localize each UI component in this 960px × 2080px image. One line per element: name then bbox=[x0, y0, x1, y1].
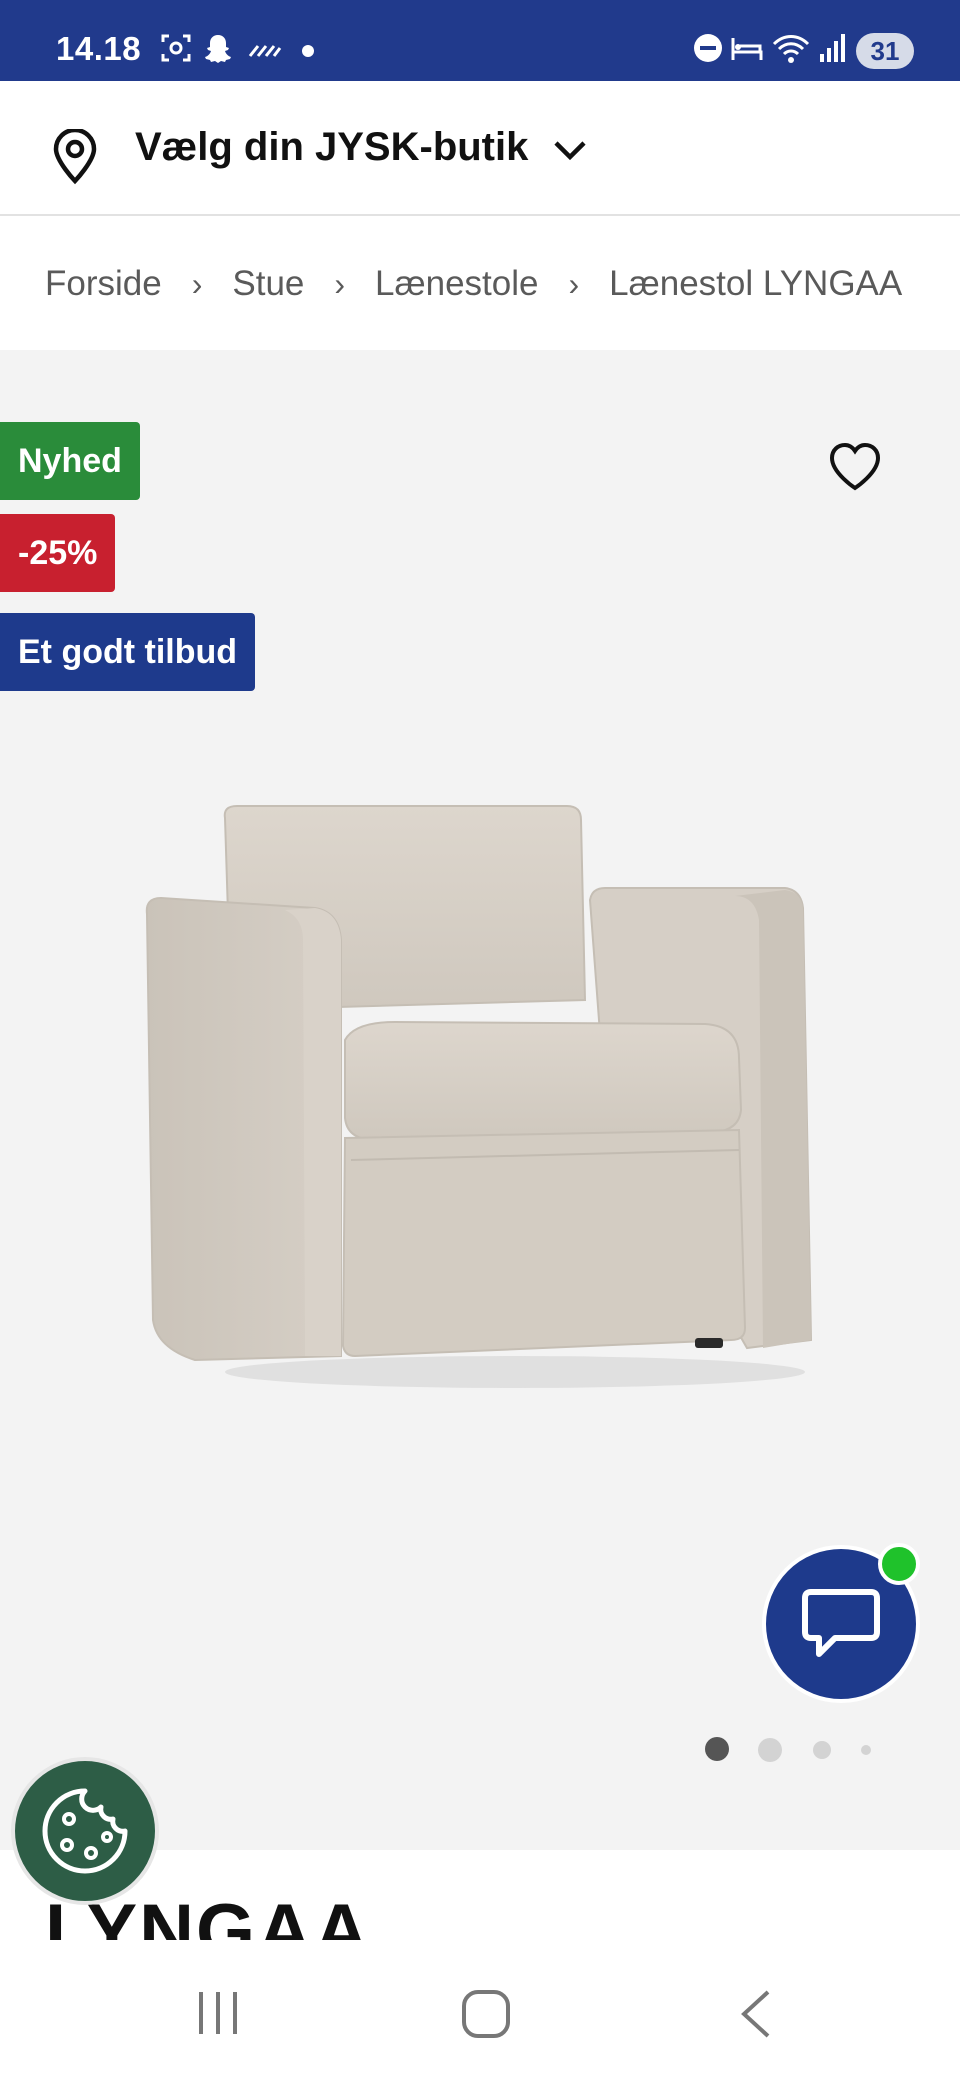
breadcrumb-item-stue[interactable]: Stue bbox=[232, 264, 304, 304]
snapchat-icon bbox=[205, 35, 231, 63]
wifi-icon bbox=[772, 35, 810, 63]
chat-online-indicator bbox=[878, 1543, 920, 1585]
sleep-mode-icon bbox=[731, 38, 763, 60]
discount-badge: -25% bbox=[0, 514, 116, 592]
cookie-settings-button[interactable] bbox=[11, 1757, 159, 1905]
product-gallery[interactable]: Nyhed -25% Et godt tilbud bbox=[0, 350, 960, 1850]
pagination-dot-2[interactable] bbox=[758, 1738, 782, 1762]
store-selector-label[interactable]: Vælg din JYSK-butik bbox=[135, 125, 528, 170]
chevron-right-icon: › bbox=[568, 265, 580, 302]
battery-indicator: 31 bbox=[856, 33, 914, 69]
new-badge: Nyhed bbox=[0, 422, 140, 500]
status-bar: 14.18 31 bbox=[0, 0, 960, 81]
product-image[interactable] bbox=[135, 800, 825, 1400]
breadcrumb-item-laenestole[interactable]: Lænestole bbox=[375, 264, 538, 304]
pagination-dot-1[interactable] bbox=[705, 1737, 729, 1761]
screenshot-icon bbox=[161, 34, 191, 62]
system-nav-bar bbox=[0, 1940, 960, 2080]
location-pin-icon bbox=[53, 129, 97, 185]
chevron-right-icon: › bbox=[191, 265, 203, 302]
breadcrumb-item-current: Lænestol LYNGAA bbox=[609, 264, 903, 303]
store-selector[interactable]: Vælg din JYSK-butik bbox=[0, 81, 960, 216]
status-time: 14.18 bbox=[56, 30, 142, 67]
back-icon[interactable] bbox=[736, 1988, 776, 2040]
do-not-disturb-icon bbox=[694, 34, 722, 62]
chat-bubble-icon bbox=[802, 1589, 880, 1657]
sync-icon bbox=[248, 45, 282, 57]
heart-icon[interactable] bbox=[828, 442, 882, 492]
gallery-pagination bbox=[0, 1735, 960, 1765]
cookie-icon bbox=[42, 1788, 128, 1874]
chevron-down-icon[interactable] bbox=[552, 139, 588, 163]
breadcrumb: Forside › Stue › Lænestole › Lænestol LY… bbox=[0, 218, 960, 350]
notification-dot bbox=[302, 45, 314, 57]
signal-icon bbox=[820, 34, 845, 62]
recent-apps-icon[interactable] bbox=[193, 1988, 243, 2038]
home-icon[interactable] bbox=[460, 1988, 512, 2040]
offer-badge: Et godt tilbud bbox=[0, 613, 256, 691]
chevron-right-icon: › bbox=[334, 265, 346, 302]
breadcrumb-item-forside[interactable]: Forside bbox=[45, 264, 162, 304]
pagination-dot-4[interactable] bbox=[861, 1745, 871, 1755]
pagination-dot-3[interactable] bbox=[813, 1741, 831, 1759]
